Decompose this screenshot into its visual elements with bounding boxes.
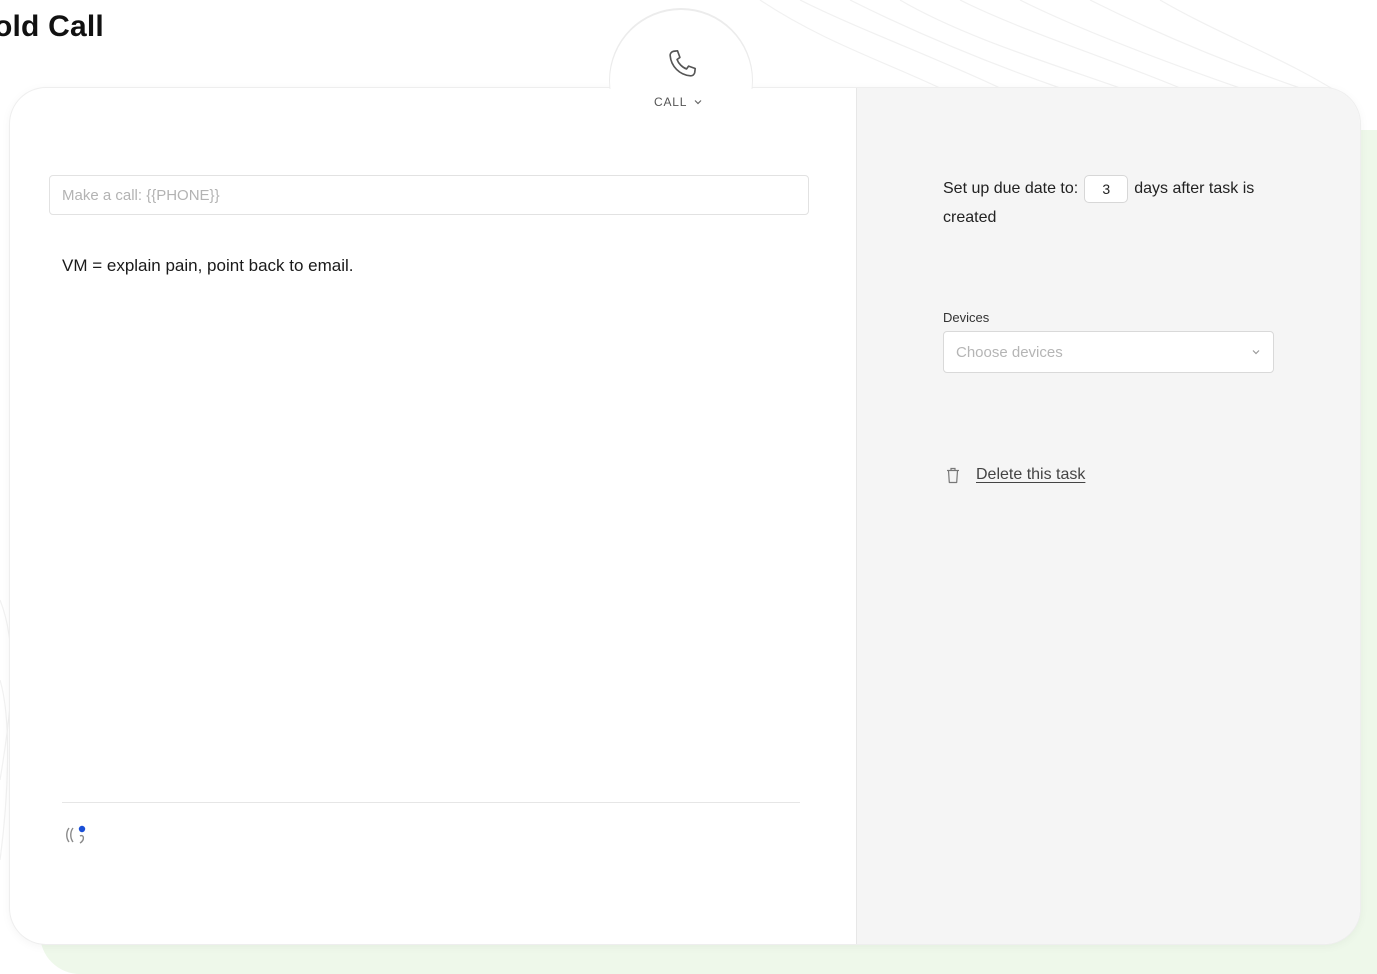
trash-icon <box>947 467 959 483</box>
devices-dropdown[interactable]: Choose devices <box>943 331 1274 373</box>
chevron-down-icon <box>1252 350 1260 355</box>
grammar-assistant-icon[interactable] <box>64 824 90 846</box>
due-date-prefix: Set up due date to: <box>943 180 1079 197</box>
devices-label: Devices <box>943 310 990 325</box>
step-type-dropdown[interactable]: CALL <box>654 95 703 109</box>
due-days-input[interactable] <box>1084 174 1129 203</box>
task-note-text[interactable]: VM = explain pain, point back to email. <box>62 256 354 276</box>
phone-icon <box>669 49 697 77</box>
editor-divider <box>62 802 800 803</box>
chevron-down-icon <box>694 100 702 105</box>
delete-task-label: Delete this task <box>976 466 1086 483</box>
call-instruction-input[interactable] <box>49 175 809 215</box>
devices-placeholder: Choose devices <box>956 343 1063 361</box>
delete-task-link[interactable]: Delete this task <box>946 466 1085 484</box>
due-date-setting: Set up due date to:days after task is cr… <box>943 174 1273 232</box>
page-title: old Call <box>0 10 104 43</box>
step-type-label: CALL <box>654 95 688 109</box>
